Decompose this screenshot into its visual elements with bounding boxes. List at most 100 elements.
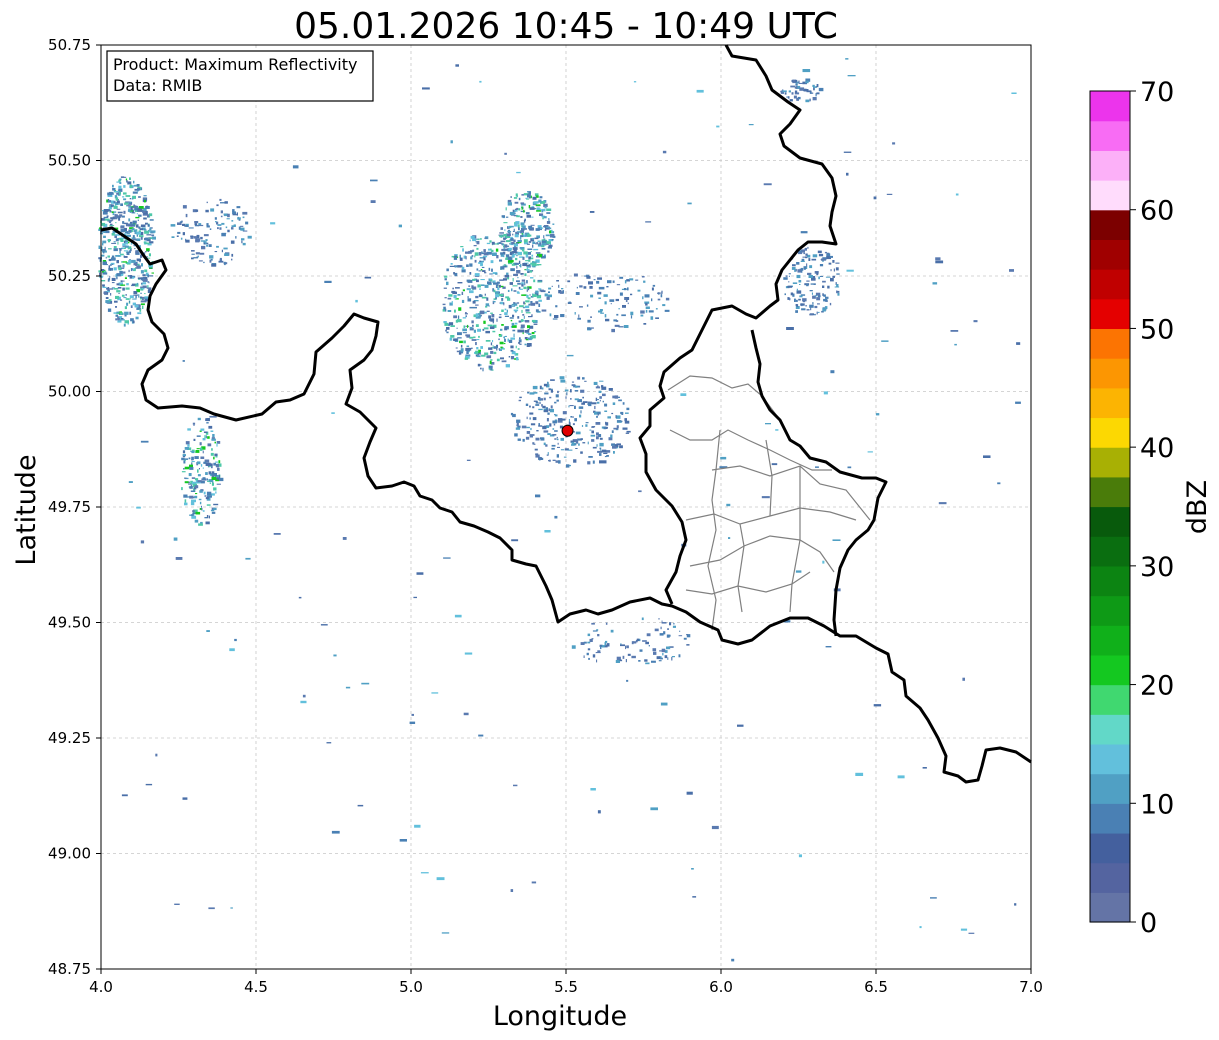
echo-pixel bbox=[800, 260, 805, 262]
echo-pixel bbox=[521, 279, 526, 282]
echo-pixel bbox=[146, 287, 152, 289]
echo-pixel bbox=[132, 302, 136, 306]
echo-pixel bbox=[204, 435, 206, 439]
echo-pixel bbox=[499, 279, 504, 281]
info-box-product: Product: Maximum Reflectivity bbox=[113, 55, 357, 74]
echo-pixel bbox=[565, 396, 567, 399]
echo-pixel bbox=[133, 262, 135, 266]
echo-pixel bbox=[517, 282, 521, 285]
colorbar-segment bbox=[1090, 447, 1130, 478]
echo-pixel bbox=[481, 284, 485, 286]
echo-pixel bbox=[604, 403, 608, 407]
echo-pixel bbox=[528, 191, 531, 195]
echo-pixel bbox=[795, 310, 798, 313]
echo-pixel bbox=[99, 272, 101, 276]
echo-pixel bbox=[845, 58, 849, 60]
echo-pixel bbox=[535, 252, 541, 254]
echo-pixel bbox=[486, 297, 489, 301]
echo-pixel bbox=[505, 296, 510, 299]
echo-pixel bbox=[522, 438, 525, 442]
echo-pixel bbox=[785, 275, 788, 277]
echo-pixel bbox=[108, 288, 114, 290]
echo-pixel bbox=[474, 252, 479, 256]
echo-pixel bbox=[130, 305, 133, 308]
echo-pixel bbox=[784, 92, 787, 95]
echo-pixel bbox=[800, 303, 805, 306]
echo-pixel bbox=[728, 537, 731, 539]
echo-pixel bbox=[469, 263, 473, 267]
echo-pixel bbox=[526, 289, 528, 292]
echo-pixel bbox=[520, 235, 524, 238]
echo-pixel bbox=[139, 296, 143, 299]
echo-pixel bbox=[525, 403, 529, 406]
echo-pixel bbox=[509, 282, 513, 285]
echo-pixel bbox=[621, 412, 624, 415]
y-tick-label: 48.75 bbox=[48, 960, 91, 978]
echo-pixel bbox=[205, 418, 210, 421]
echo-pixel bbox=[566, 392, 568, 396]
echo-pixel bbox=[113, 211, 117, 213]
echo-pixel bbox=[131, 259, 136, 263]
echo-pixel bbox=[547, 250, 550, 253]
echo-pixel bbox=[796, 262, 800, 265]
echo-pixel bbox=[592, 402, 597, 405]
echo-pixel bbox=[546, 296, 550, 300]
echo-pixel bbox=[822, 285, 825, 288]
echo-pixel bbox=[614, 395, 619, 399]
echo-pixel bbox=[191, 461, 195, 463]
echo-pixel bbox=[487, 324, 493, 327]
echo-pixel bbox=[495, 272, 498, 275]
echo-pixel bbox=[115, 222, 117, 224]
echo-pixel bbox=[513, 784, 518, 787]
echo-pixel bbox=[135, 224, 139, 228]
echo-pixel bbox=[533, 279, 536, 283]
echo-pixel bbox=[657, 292, 660, 294]
echo-pixel bbox=[794, 90, 798, 93]
echo-pixel bbox=[521, 309, 523, 313]
echo-pixel bbox=[199, 490, 203, 493]
echo-pixel bbox=[467, 324, 469, 328]
echo-pixel bbox=[480, 279, 485, 281]
echo-pixel bbox=[799, 295, 803, 298]
echo-pixel bbox=[120, 176, 125, 178]
echo-pixel bbox=[135, 316, 139, 320]
echo-pixel bbox=[119, 178, 122, 181]
echo-pixel bbox=[570, 416, 573, 418]
echo-pixel bbox=[184, 481, 189, 484]
echo-pixel bbox=[550, 379, 555, 381]
echo-pixel bbox=[170, 224, 176, 227]
y-tick-label: 49.25 bbox=[48, 729, 91, 747]
echo-pixel bbox=[550, 389, 553, 393]
echo-pixel bbox=[761, 496, 770, 499]
echo-pixel bbox=[897, 775, 905, 779]
echo-pixel bbox=[516, 231, 521, 233]
echo-pixel bbox=[597, 450, 602, 453]
echo-pixel bbox=[189, 495, 194, 499]
echo-pixel bbox=[526, 426, 530, 429]
echo-pixel bbox=[449, 265, 455, 267]
echo-pixel bbox=[666, 646, 671, 650]
echo-pixel bbox=[480, 367, 482, 370]
echo-pixel bbox=[512, 285, 518, 287]
echo-pixel bbox=[182, 360, 185, 362]
echo-pixel bbox=[517, 329, 525, 333]
echo-pixel bbox=[658, 618, 660, 620]
echo-pixel bbox=[504, 312, 508, 315]
echo-pixel bbox=[527, 286, 530, 291]
echo-pixel bbox=[720, 456, 727, 460]
echo-pixel bbox=[477, 363, 481, 367]
echo-pixel bbox=[190, 235, 194, 237]
echo-pixel bbox=[599, 309, 603, 312]
echo-pixel bbox=[788, 281, 790, 283]
echo-pixel bbox=[523, 315, 525, 319]
echo-pixel bbox=[650, 316, 654, 320]
echo-pixel bbox=[146, 234, 152, 236]
echo-pixel bbox=[506, 245, 510, 247]
echo-pixel bbox=[673, 623, 675, 625]
echo-pixel bbox=[786, 327, 794, 330]
echo-pixel bbox=[686, 634, 688, 636]
echo-pixel bbox=[542, 425, 547, 430]
echo-pixel bbox=[140, 236, 143, 240]
echo-pixel bbox=[500, 227, 503, 230]
echo-pixel bbox=[668, 634, 671, 637]
